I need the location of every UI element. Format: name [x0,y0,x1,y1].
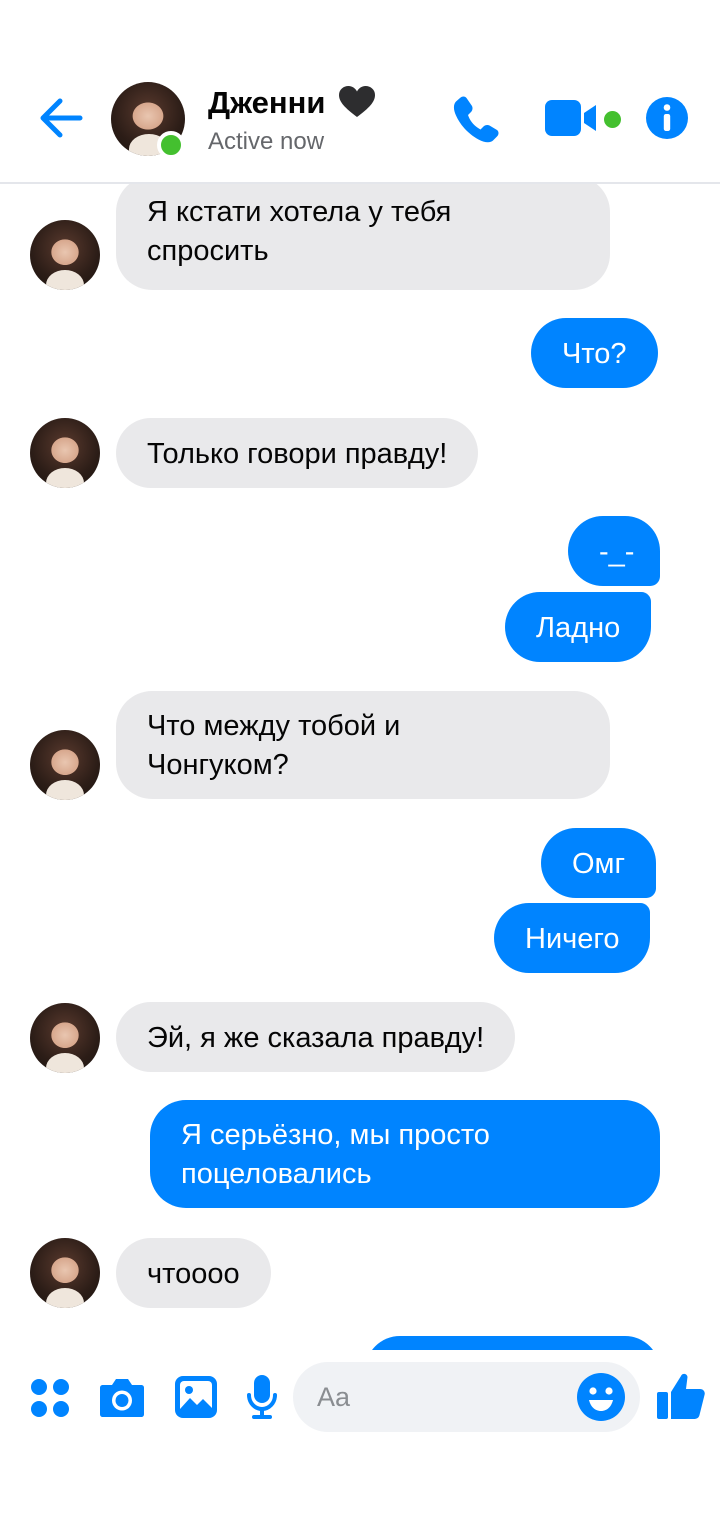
sender-avatar[interactable] [30,1238,100,1308]
message-text: Что между тобой и Чонгуком? [147,710,401,781]
outgoing-message[interactable]: Что? [531,318,658,388]
sender-avatar[interactable] [30,1003,100,1073]
incoming-message[interactable]: Эй, я же сказала правду! [116,1002,516,1072]
camera-icon[interactable] [99,1376,145,1418]
thumbs-up-icon[interactable] [656,1372,706,1420]
video-active-dot [604,111,621,128]
outgoing-message[interactable]: Ладно [505,592,652,662]
outgoing-message[interactable]: Омг [541,828,657,898]
sender-avatar[interactable] [30,730,100,800]
incoming-message[interactable]: Только говори правду! [116,418,479,488]
outgoing-message[interactable]: Ничего [494,903,651,973]
sender-avatar[interactable] [30,220,100,290]
phone-icon[interactable] [452,94,500,144]
chat-header: Дженни Active now [0,0,720,184]
gallery-icon[interactable] [175,1376,217,1418]
info-icon[interactable] [645,96,689,140]
message-text: Я кстати хотела у тебя спросить [147,196,452,267]
outgoing-message[interactable]: Я серьёзно, мы просто поцеловались [150,1100,660,1208]
back-arrow-icon[interactable] [36,95,86,141]
apps-icon[interactable] [30,1378,70,1418]
contact-status: Active now [208,128,325,155]
emoji-icon[interactable] [576,1372,626,1422]
video-camera-icon[interactable] [545,100,601,136]
outgoing-message-partial[interactable] [365,1336,660,1350]
message-text: Я серьёзно, мы просто поцеловались [181,1119,490,1190]
chat-screen: Дженни Active now Я кстати хотела у тебя… [0,0,720,1520]
incoming-message[interactable]: Я кстати хотела у тебя спросить [116,184,610,290]
heart-icon [339,86,375,117]
message-list[interactable]: Я кстати хотела у тебя спросить Что? Толь… [0,184,720,1350]
outgoing-message[interactable]: -_- [568,516,660,586]
incoming-message[interactable]: чтоооо [116,1238,271,1308]
incoming-message[interactable]: Что между тобой и Чонгуком? [116,691,610,799]
contact-name[interactable]: Дженни [208,85,325,121]
online-status-dot [157,131,185,159]
microphone-icon[interactable] [246,1374,278,1420]
sender-avatar[interactable] [30,418,100,488]
